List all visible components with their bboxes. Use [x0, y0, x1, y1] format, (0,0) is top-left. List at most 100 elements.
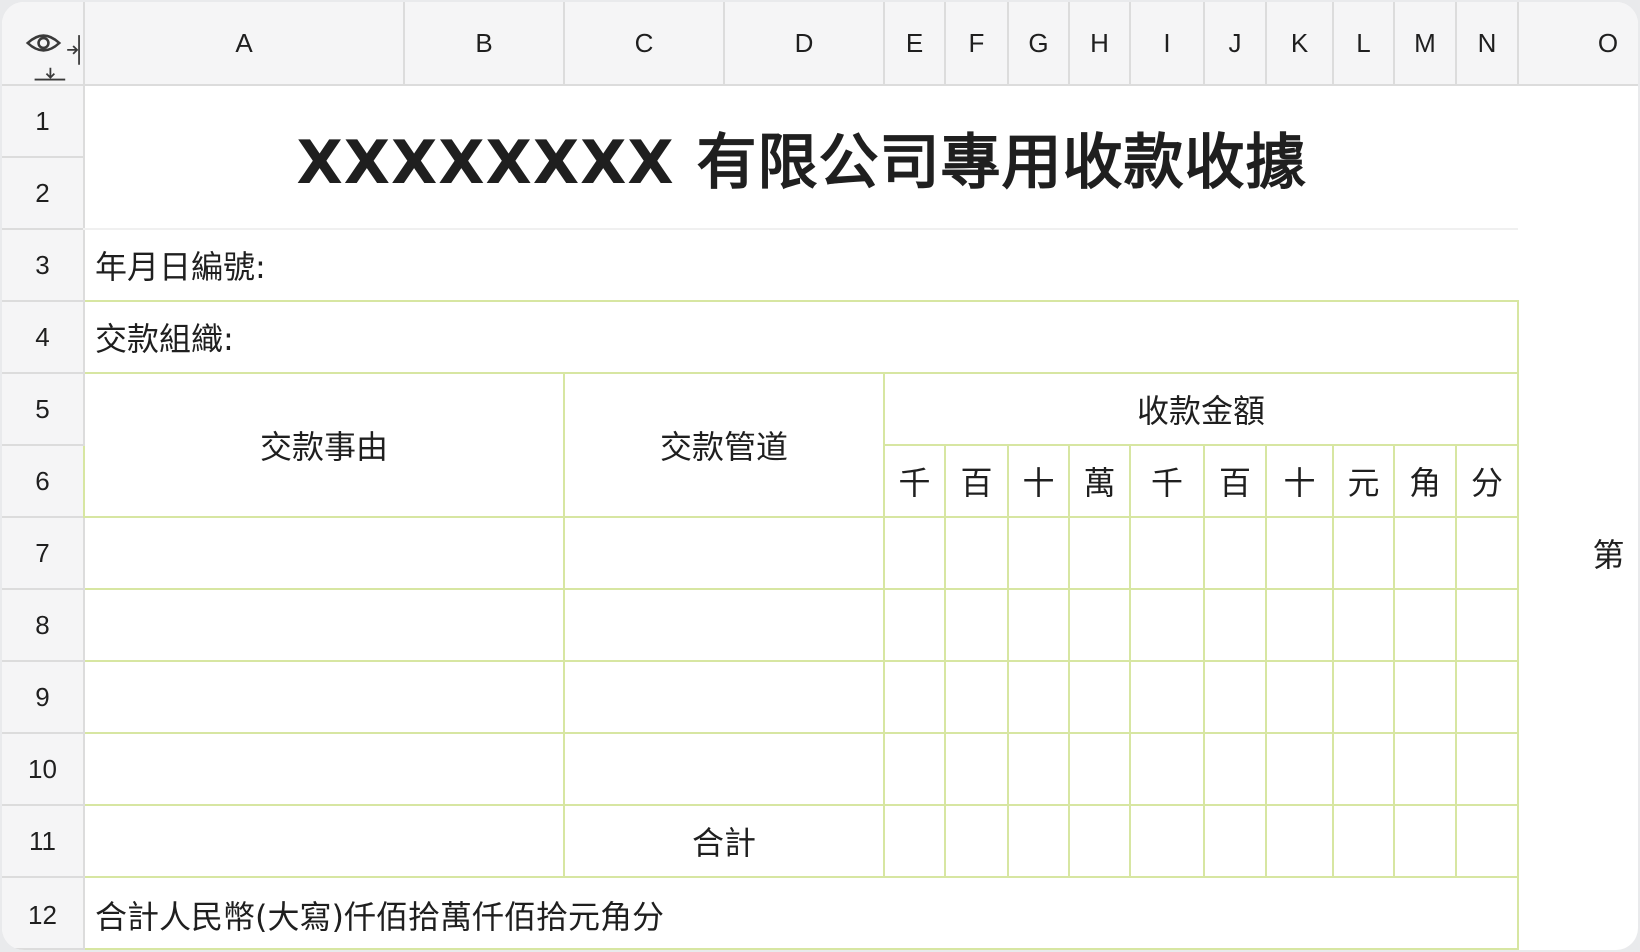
total-digit-cell[interactable]: [1455, 804, 1519, 878]
column-header-L[interactable]: L: [1333, 2, 1395, 86]
column-header-C[interactable]: C: [564, 2, 725, 86]
amount-digit-cell[interactable]: [1393, 516, 1457, 590]
side-label[interactable]: 第: [1518, 517, 1638, 589]
row-header-6[interactable]: 6: [2, 445, 85, 518]
amount-digit-cell[interactable]: [1007, 516, 1070, 590]
reason-cell[interactable]: [83, 660, 565, 734]
amount-digit-cell[interactable]: [1265, 588, 1334, 662]
cell-P5[interactable]: [1518, 373, 1638, 445]
total-digit-cell[interactable]: [1203, 804, 1267, 878]
total-digit-cell[interactable]: [1129, 804, 1205, 878]
amount-digit-cell[interactable]: [1393, 732, 1457, 806]
row-header-10[interactable]: 10: [2, 733, 85, 806]
total-digit-cell[interactable]: [1332, 804, 1395, 878]
total-digit-cell[interactable]: [1068, 804, 1131, 878]
column-header-J[interactable]: J: [1204, 2, 1267, 86]
amount-digit-cell[interactable]: [944, 732, 1009, 806]
amount-digit-cell[interactable]: [1129, 732, 1205, 806]
amount-digit-cell[interactable]: [1203, 516, 1267, 590]
amount-digit-cell[interactable]: [883, 732, 946, 806]
row-header-4[interactable]: 4: [2, 301, 85, 374]
total-digit-cell[interactable]: [944, 804, 1009, 878]
channel-cell[interactable]: [563, 516, 885, 590]
amount-digit-cell[interactable]: [1455, 516, 1519, 590]
amount-digit-cell[interactable]: [1007, 660, 1070, 734]
reason-cell[interactable]: [83, 516, 565, 590]
amount-digit-cell[interactable]: [1393, 660, 1457, 734]
amount-digit-cell[interactable]: [1265, 516, 1334, 590]
amount-digit-cell[interactable]: [944, 660, 1009, 734]
amount-digit-cell[interactable]: [1129, 516, 1205, 590]
cell-P6[interactable]: [1518, 445, 1638, 517]
payer-label[interactable]: 交款組織:: [83, 300, 1519, 374]
row-header-2[interactable]: 2: [2, 157, 85, 230]
row-header-3[interactable]: 3: [2, 229, 85, 302]
reason-cell[interactable]: [83, 588, 565, 662]
receipt-title[interactable]: XXXXXXXX 有限公司專用收款收據: [84, 85, 1518, 230]
total-digit-cell[interactable]: [1265, 804, 1334, 878]
total-digit-cell[interactable]: [883, 804, 946, 878]
row-header-9[interactable]: 9: [2, 661, 85, 734]
cell-P2[interactable]: [1518, 157, 1638, 229]
channel-cell[interactable]: [563, 660, 885, 734]
row-header-12[interactable]: 12: [2, 877, 85, 950]
amount-digit-cell[interactable]: [1332, 588, 1395, 662]
amount-digit-cell[interactable]: [1007, 732, 1070, 806]
amount-digit-cell[interactable]: [1068, 516, 1131, 590]
amount-digit-cell[interactable]: [1332, 732, 1395, 806]
amount-digit-cell[interactable]: [1332, 660, 1395, 734]
amount-digit-cell[interactable]: [883, 660, 946, 734]
amount-digit-cell[interactable]: [1203, 732, 1267, 806]
column-header-M[interactable]: M: [1394, 2, 1457, 86]
date-number-label[interactable]: 年月日編號:: [84, 229, 1518, 302]
amount-header[interactable]: 收款金額: [883, 372, 1519, 446]
channel-cell[interactable]: [563, 732, 885, 806]
column-header-D[interactable]: D: [724, 2, 885, 86]
cell-P4[interactable]: [1518, 301, 1638, 373]
amount-digit-cell[interactable]: [883, 588, 946, 662]
digit-unit-wan[interactable]: 萬: [1068, 444, 1131, 518]
cell-P11[interactable]: [1518, 805, 1638, 877]
amount-digit-cell[interactable]: [1129, 588, 1205, 662]
row-header-11[interactable]: 11: [2, 805, 85, 878]
amount-digit-cell[interactable]: [1332, 516, 1395, 590]
column-header-G[interactable]: G: [1008, 2, 1070, 86]
column-header-I[interactable]: I: [1130, 2, 1205, 86]
amount-digit-cell[interactable]: [1068, 588, 1131, 662]
cell-P10[interactable]: [1518, 733, 1638, 805]
row-header-1[interactable]: 1: [2, 85, 85, 158]
cell-P3[interactable]: [1518, 229, 1638, 301]
digit-unit-yuan[interactable]: 元: [1332, 444, 1395, 518]
total-label[interactable]: 合計: [563, 804, 885, 878]
amount-digit-cell[interactable]: [1129, 660, 1205, 734]
total-digit-cell[interactable]: [1393, 804, 1457, 878]
column-header-B[interactable]: B: [404, 2, 565, 86]
digit-unit-ten[interactable]: 十: [1265, 444, 1334, 518]
channel-header[interactable]: 交款管道: [563, 372, 885, 518]
amount-digit-cell[interactable]: [944, 516, 1009, 590]
amount-digit-cell[interactable]: [1203, 660, 1267, 734]
cell-P12[interactable]: [1518, 877, 1638, 949]
collapse-rows-icon[interactable]: [34, 67, 66, 81]
amount-digit-cell[interactable]: [1007, 588, 1070, 662]
amount-digit-cell[interactable]: [1455, 660, 1519, 734]
amount-digit-cell[interactable]: [1265, 660, 1334, 734]
amount-digit-cell[interactable]: [1265, 732, 1334, 806]
total-words-label[interactable]: 合計人民幣(大寫)仟佰拾萬仟佰拾元角分: [83, 876, 1519, 950]
row-header-8[interactable]: 8: [2, 589, 85, 662]
column-header-F[interactable]: F: [945, 2, 1009, 86]
column-header-H[interactable]: H: [1069, 2, 1131, 86]
eye-icon[interactable]: [25, 34, 62, 52]
amount-digit-cell[interactable]: [1068, 660, 1131, 734]
amount-digit-cell[interactable]: [1393, 588, 1457, 662]
digit-unit-hundred-wan[interactable]: 百: [944, 444, 1009, 518]
amount-digit-cell[interactable]: [883, 516, 946, 590]
amount-digit-cell[interactable]: [944, 588, 1009, 662]
column-header-E[interactable]: E: [884, 2, 946, 86]
digit-unit-fen[interactable]: 分: [1455, 444, 1519, 518]
collapse-columns-icon[interactable]: [67, 35, 80, 65]
column-header-K[interactable]: K: [1266, 2, 1334, 86]
column-header-N[interactable]: N: [1456, 2, 1519, 86]
row-header-5[interactable]: 5: [2, 373, 85, 446]
amount-digit-cell[interactable]: [1068, 732, 1131, 806]
